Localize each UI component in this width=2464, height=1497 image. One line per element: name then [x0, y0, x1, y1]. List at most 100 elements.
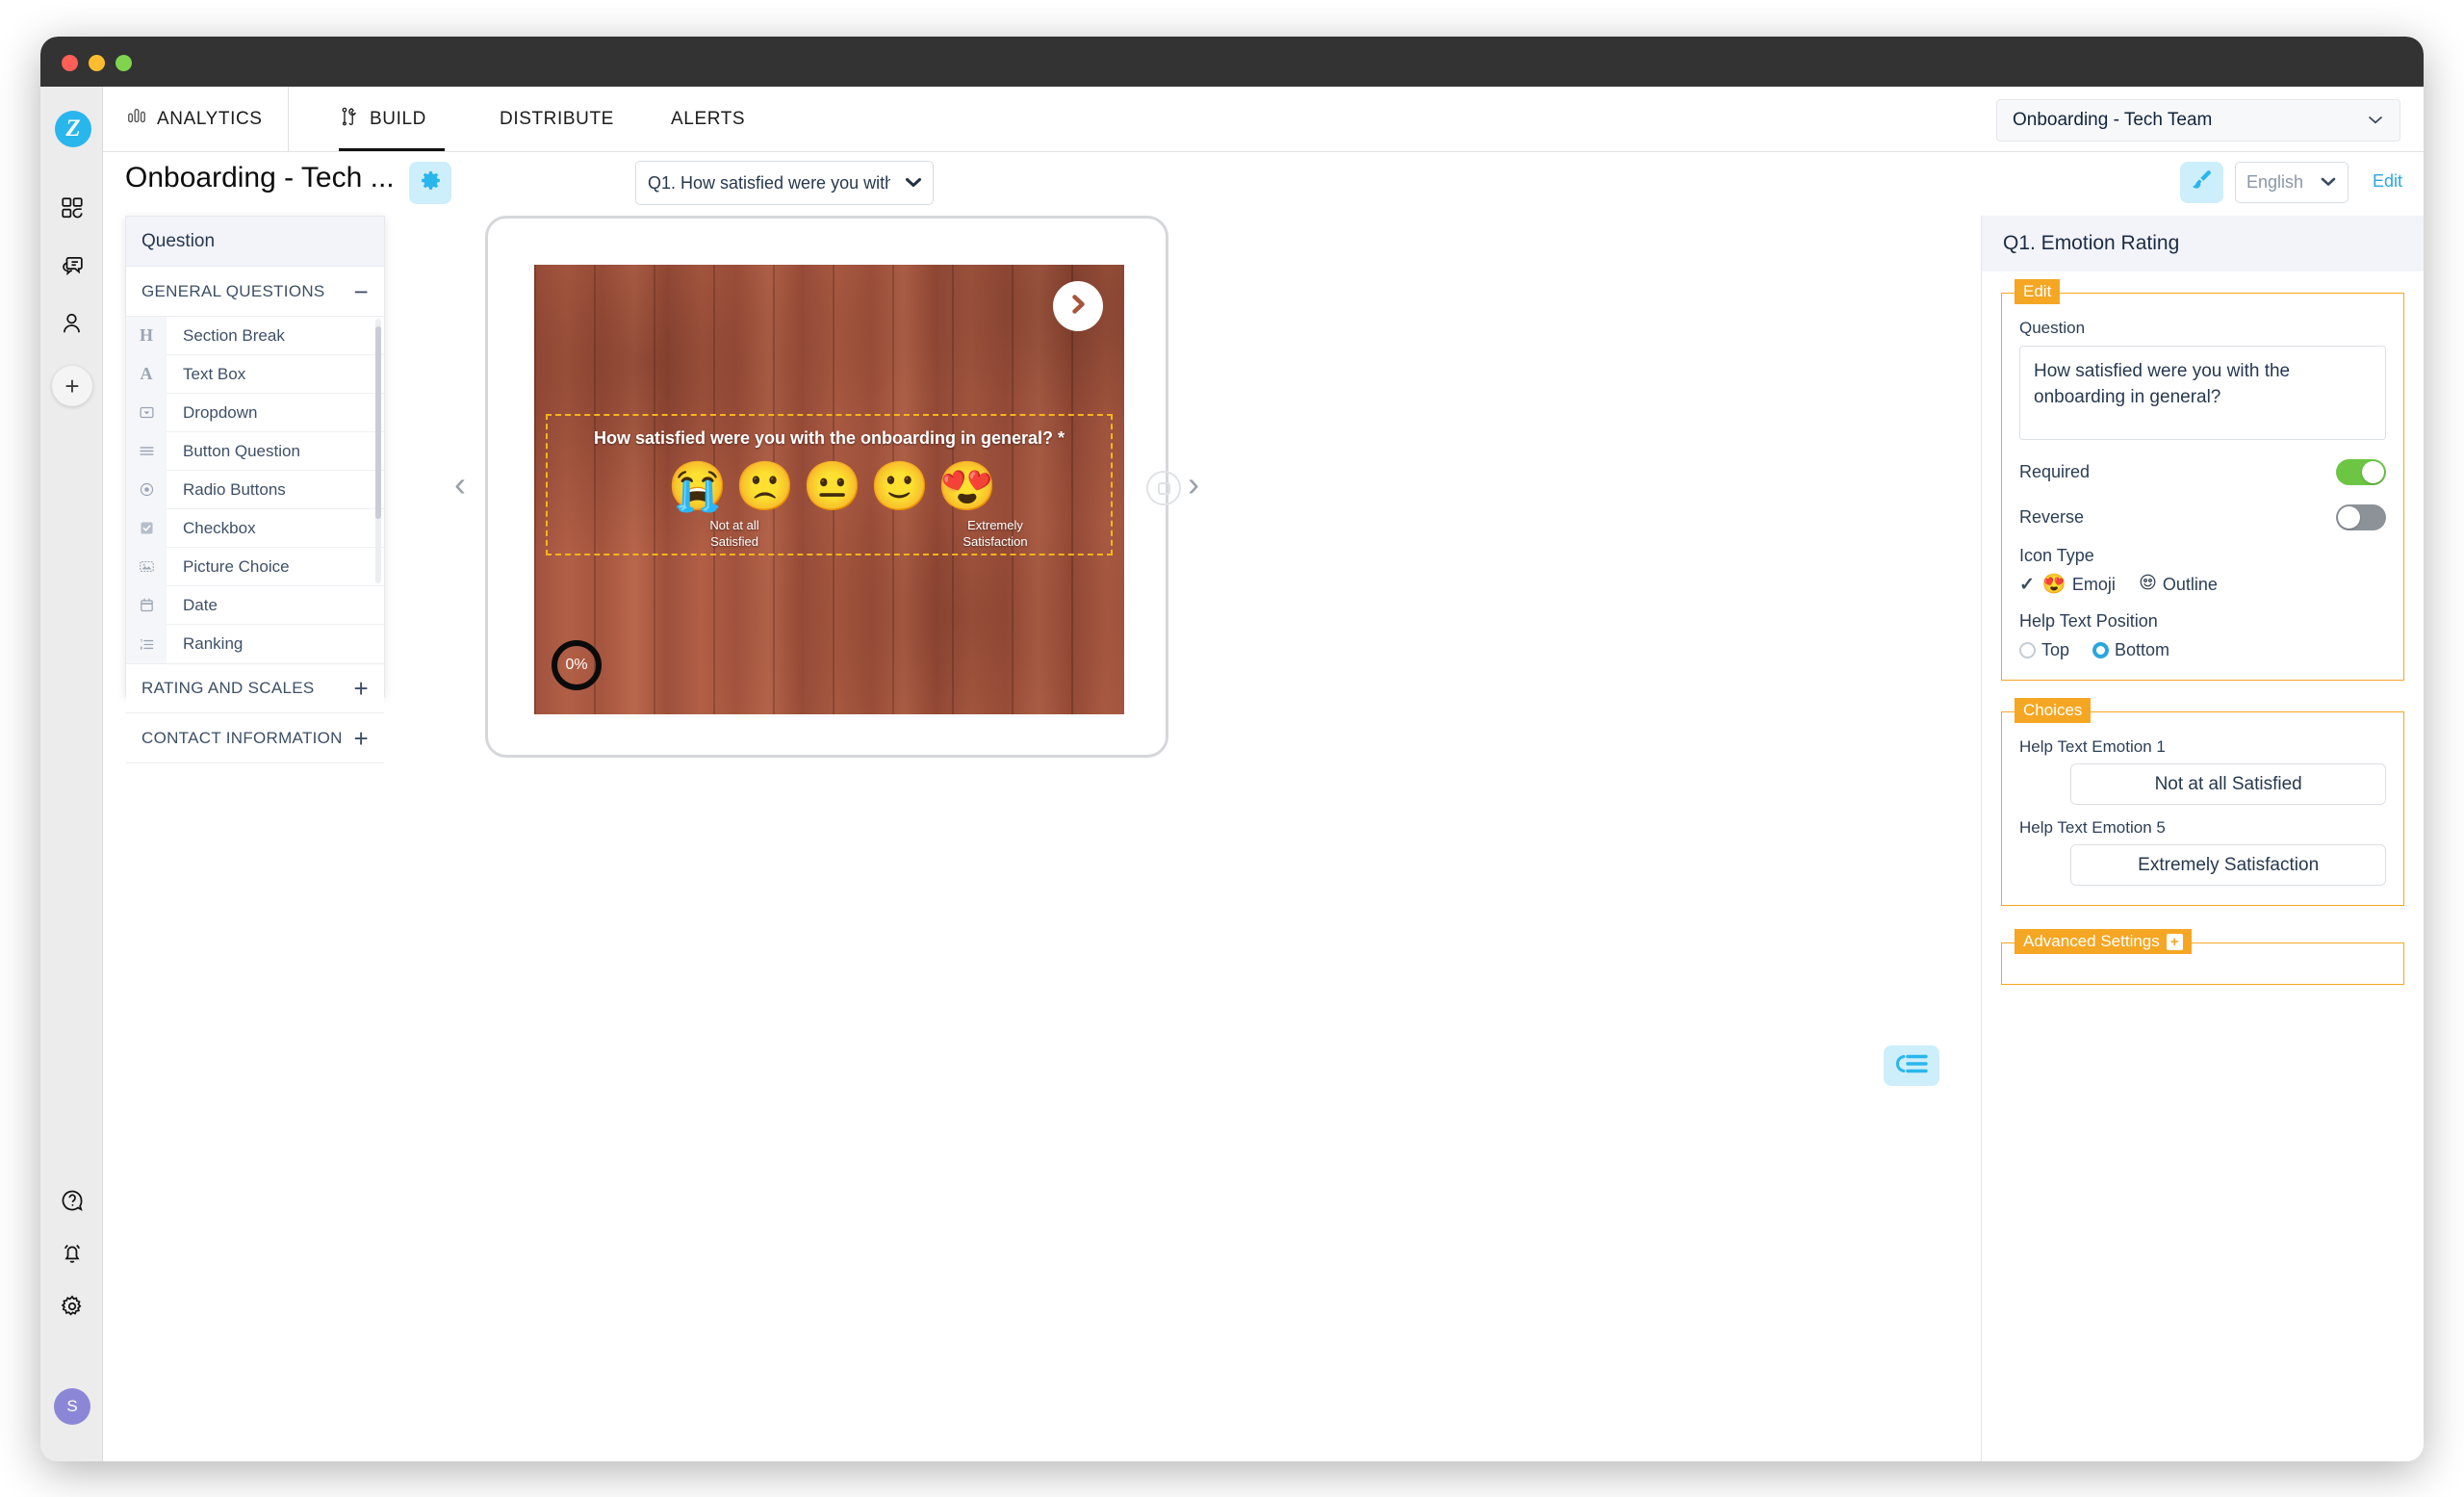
qtype-date[interactable]: Date — [126, 585, 384, 625]
emoji-option-5[interactable]: 😍 — [937, 459, 997, 513]
notifications-icon[interactable] — [40, 1233, 103, 1274]
group-contact-information[interactable]: CONTACT INFORMATION + — [126, 713, 384, 763]
radio-bottom[interactable] — [2092, 642, 2110, 658]
question-field-label: Question — [2019, 319, 2086, 337]
required-toggle[interactable] — [2336, 459, 2386, 485]
help-text-emotion-5-input[interactable]: Extremely Satisfaction — [2070, 844, 2386, 886]
qtype-label: Picture Choice — [183, 556, 290, 576]
checkbox-icon — [126, 508, 167, 548]
theme-brush-button[interactable] — [2180, 162, 2223, 203]
qtype-radio-buttons[interactable]: Radio Buttons — [126, 470, 384, 509]
question-block[interactable]: How satisfied were you with the onboardi… — [546, 414, 1113, 555]
help-icon[interactable] — [40, 1180, 103, 1221]
required-row: Required — [2019, 459, 2386, 485]
emoji-rating-scale[interactable]: 😭 🙁 😐 🙂 😍 — [548, 459, 1111, 513]
tab-build[interactable]: BUILD — [339, 87, 426, 152]
help-position-bottom[interactable]: Bottom — [2092, 640, 2169, 660]
survey-header-bar: Onboarding - Tech ... Q1. How satisfied … — [103, 152, 2424, 216]
group-general-questions[interactable]: GENERAL QUESTIONS − — [126, 267, 384, 317]
collapse-icon[interactable]: − — [354, 279, 369, 304]
tab-alerts[interactable]: ALERTS — [671, 87, 745, 152]
choices-section-legend: Choices — [2015, 698, 2092, 723]
qtype-label: Section Break — [183, 325, 285, 345]
gear-icon — [419, 168, 443, 197]
reverse-row: Reverse — [2019, 504, 2386, 530]
chevron-right-icon — [1066, 293, 1090, 321]
chevron-down-icon — [2320, 172, 2337, 193]
help-text-emotion-1-input[interactable]: Not at all Satisfied — [2070, 763, 2386, 805]
qtype-button-question[interactable]: Button Question — [126, 431, 384, 471]
text-icon: A — [126, 354, 167, 394]
settings-icon[interactable] — [40, 1286, 103, 1327]
survey-settings-button[interactable] — [409, 162, 451, 204]
emoji-option-3[interactable]: 😐 — [803, 459, 862, 513]
qtype-checkbox[interactable]: Checkbox — [126, 508, 384, 548]
qtype-dropdown[interactable]: Dropdown — [126, 393, 384, 432]
advanced-settings-legend[interactable]: Advanced Settings + — [2015, 929, 2192, 954]
qtype-label: Ranking — [183, 634, 244, 653]
required-label: Required — [2019, 462, 2091, 481]
close-button[interactable] — [62, 55, 78, 71]
help-text-right: Extremely Satisfaction — [942, 517, 1048, 550]
survey-next-button[interactable] — [1053, 281, 1103, 331]
heading-icon: H — [126, 316, 167, 355]
help-text-emotion-5-label: Help Text Emotion 5 — [2019, 818, 2166, 837]
group-rating-and-scales-label: RATING AND SCALES — [141, 679, 315, 697]
feedback-icon[interactable] — [40, 245, 103, 286]
reverse-toggle[interactable] — [2336, 504, 2386, 530]
help-position-top[interactable]: Top — [2019, 640, 2069, 660]
question-selector-label: Q1. How satisfied were you with the onb — [648, 172, 890, 193]
advanced-settings-section[interactable]: Advanced Settings + — [2001, 929, 2404, 985]
prev-page-arrow[interactable]: ‹ — [454, 467, 466, 502]
zoom-button[interactable] — [116, 55, 132, 71]
expand-plus-icon[interactable]: + — [2166, 933, 2183, 950]
page-title: Onboarding - Tech ... — [125, 162, 395, 194]
question-selector[interactable]: Q1. How satisfied were you with the onb — [635, 161, 934, 205]
tab-analytics[interactable]: ANALYTICS — [126, 87, 289, 152]
help-text-left: Not at all Satisfied — [681, 517, 787, 550]
tab-analytics-label: ANALYTICS — [157, 109, 263, 129]
radio-top[interactable] — [2019, 642, 2036, 658]
emoji-option-4[interactable]: 🙂 — [870, 459, 930, 513]
expand-icon[interactable]: + — [354, 726, 369, 751]
emoji-option-2[interactable]: 🙁 — [735, 459, 795, 513]
project-selector[interactable]: Onboarding - Tech Team — [1996, 99, 2400, 142]
expand-icon[interactable]: + — [354, 676, 369, 701]
tab-alerts-label: ALERTS — [671, 109, 746, 129]
add-button[interactable]: + — [52, 366, 92, 406]
properties-panel-title: Q1. Emotion Rating — [1982, 216, 2424, 271]
scrollbar-thumb[interactable] — [375, 326, 381, 519]
tab-distribute[interactable]: DISTRIBUTE — [500, 87, 614, 152]
language-selector[interactable]: English — [2235, 162, 2348, 203]
tab-distribute-label: DISTRIBUTE — [500, 109, 614, 129]
active-tab-indicator — [339, 148, 445, 151]
qtype-ranking[interactable]: Ranking — [126, 625, 384, 663]
emoji-glyph-icon: 😍 — [2041, 574, 2066, 595]
question-types-panel: Question GENERAL QUESTIONS − H Section B… — [125, 216, 385, 763]
next-page-arrow[interactable]: › — [1188, 467, 1199, 502]
panel-collapse-button[interactable] — [1884, 1045, 1939, 1086]
qtype-picture-choice[interactable]: Picture Choice — [126, 547, 384, 586]
dashboard-icon[interactable] — [40, 188, 103, 228]
help-text-position-options: Top Bottom — [2019, 640, 2386, 660]
contacts-icon[interactable] — [40, 303, 103, 344]
qtype-text-box[interactable]: A Text Box — [126, 354, 384, 394]
icon-type-outline[interactable]: Outline — [2139, 573, 2218, 596]
question-input[interactable]: How satisfied were you with the onboardi… — [2019, 346, 2386, 440]
device-preview-frame: ‹ › How satisfied were you with the onbo… — [454, 216, 1199, 758]
minimize-button[interactable] — [89, 55, 105, 71]
icon-type-options: ✓ 😍 Emoji Outline — [2019, 573, 2386, 596]
icon-type-outline-label: Outline — [2162, 574, 2218, 594]
device-home-button[interactable] — [1146, 471, 1181, 505]
qtype-label: Dropdown — [183, 402, 258, 422]
group-rating-and-scales[interactable]: RATING AND SCALES + — [126, 663, 384, 713]
qtype-section-break[interactable]: H Section Break — [126, 316, 384, 355]
edit-section: Edit Question How satisfied were you wit… — [2001, 279, 2404, 681]
language-edit-link[interactable]: Edit — [2373, 171, 2402, 192]
avatar[interactable]: S — [54, 1388, 90, 1425]
app-logo[interactable]: Z — [55, 111, 91, 147]
calendar-icon — [126, 585, 167, 625]
dropdown-icon — [126, 393, 167, 432]
emoji-option-1[interactable]: 😭 — [668, 459, 728, 513]
icon-type-emoji[interactable]: 😍 Emoji — [2042, 575, 2116, 595]
